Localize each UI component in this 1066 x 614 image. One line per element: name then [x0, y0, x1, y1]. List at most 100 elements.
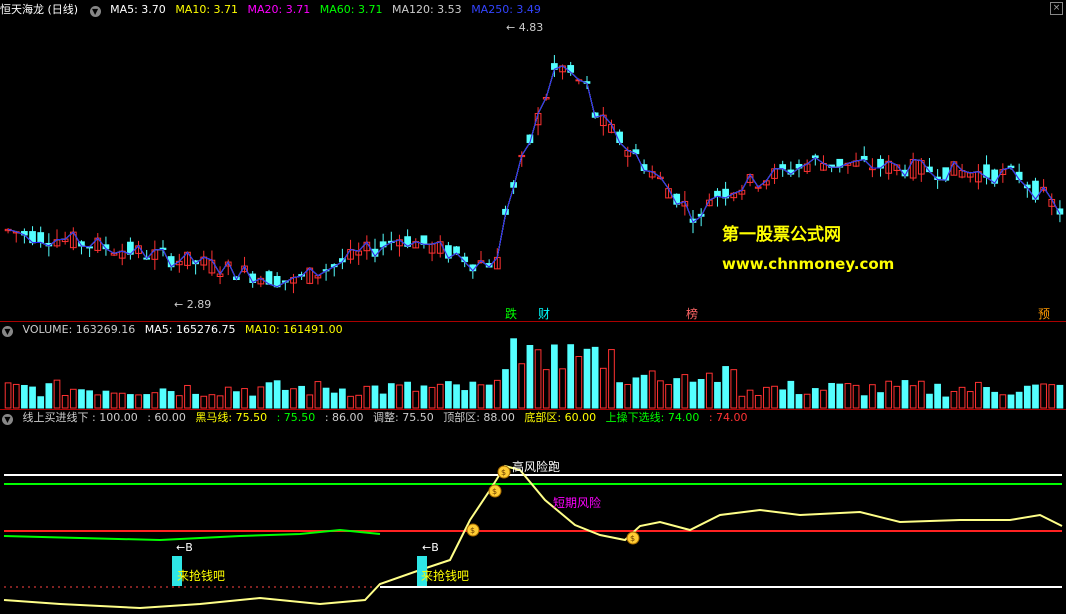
volume-bar [583, 348, 591, 409]
volume-bar [118, 392, 126, 409]
event-marker[interactable]: 预 [1038, 305, 1050, 322]
volume-bar [298, 385, 305, 409]
volume-bar [249, 395, 257, 409]
volume-bar [1032, 384, 1039, 409]
volume-bar [526, 344, 534, 409]
volume-bar [1007, 394, 1015, 409]
volume-bar [722, 366, 729, 409]
volume-bar [542, 369, 550, 409]
volume-bar [167, 391, 175, 409]
event-marker[interactable]: 财 [538, 305, 550, 322]
volume-bar [363, 385, 371, 409]
volume-bar [29, 386, 36, 409]
volume-bar [869, 384, 876, 409]
indicator-item: : 74.00 [708, 411, 748, 424]
candle-body [445, 245, 452, 259]
volume-bar [453, 384, 460, 409]
risk-high-label: 高风险跑 [512, 460, 561, 474]
watermark-url: www.chnmoney.com [722, 255, 895, 273]
volume-bar [1023, 385, 1031, 409]
volume-bar [306, 394, 314, 409]
b-label: ←B [176, 541, 193, 554]
volume-bar [330, 392, 338, 409]
volume-bar [575, 356, 583, 409]
volume-bar [102, 390, 110, 409]
volume-bar [143, 394, 151, 409]
indicator-header: ▼ 线上买进线下 : 100.00 : 60.00 黑马线: 75.50 : 7… [0, 410, 754, 426]
volume-bar [265, 382, 273, 409]
indicator-item: : 75.50 [276, 411, 316, 424]
volume-bar [281, 389, 289, 409]
candle-body [779, 164, 787, 170]
volume-bar [339, 388, 346, 409]
candle-body [453, 246, 460, 254]
volume-bar [110, 392, 118, 409]
volume-bar [534, 349, 542, 409]
volume-bar [958, 386, 966, 409]
volume-bar [45, 383, 53, 409]
low-price-label: ← 2.89 [174, 298, 212, 311]
volume-bar [412, 390, 420, 409]
volume-bar [926, 393, 933, 409]
volume-bar [224, 386, 232, 409]
volume-bar [795, 394, 803, 409]
volume-bar [697, 379, 705, 409]
volume-bar [347, 395, 354, 409]
volume-bar [493, 379, 501, 409]
volume-bar [1015, 391, 1023, 409]
volume-bar [61, 394, 69, 409]
chevron-down-icon[interactable]: ▼ [2, 414, 13, 425]
volume-bar [485, 384, 493, 409]
volume-bar [771, 385, 778, 409]
event-marker[interactable]: 跌 [505, 305, 517, 322]
indicator-item: : 86.00 [324, 411, 364, 424]
volume-bar [665, 384, 672, 409]
indicator-item: 上操下选线: 74.00 [605, 411, 700, 424]
volume-bar [917, 380, 925, 409]
volume-bar [322, 387, 330, 409]
volume-bar [608, 349, 615, 409]
buy-signal-label: 来抢钱吧 [177, 569, 226, 583]
volume-ma5: MA5: 165276.75 [144, 323, 236, 336]
volume-bar [730, 369, 738, 409]
risk-short-label: 短期风险 [553, 496, 602, 510]
volume-bar [510, 338, 517, 409]
candle-body [673, 193, 681, 205]
volume-bar [942, 396, 950, 409]
volume-bar [844, 383, 852, 409]
volume-bar [648, 370, 656, 409]
event-marker[interactable]: 榜 [686, 305, 698, 322]
chart-canvas[interactable]: $ $ $ $ [0, 0, 1066, 614]
volume-bar [69, 388, 77, 409]
volume-bar [885, 380, 893, 409]
volume-bar [1040, 383, 1047, 409]
volume-bar [714, 381, 721, 409]
chevron-down-icon[interactable]: ▼ [2, 326, 13, 337]
volume-bar [355, 394, 363, 409]
volume-value: VOLUME: 163269.16 [22, 323, 136, 336]
high-price-label: ← 4.83 [506, 21, 544, 34]
volume-bar [754, 394, 762, 409]
volume-bar [909, 385, 917, 409]
volume-bar [78, 389, 85, 409]
volume-bar [379, 393, 387, 409]
volume-bar [175, 395, 183, 409]
volume-bar [860, 395, 868, 409]
volume-bar [975, 381, 982, 409]
volume-header: ▼ VOLUME: 163269.16 MA5: 165276.75 MA10:… [0, 322, 349, 338]
volume-bar [673, 378, 681, 409]
volume-bar [208, 394, 216, 409]
volume-bar [1048, 384, 1056, 409]
volume-bar [599, 367, 607, 409]
volume-bar [387, 383, 395, 409]
volume-bar [21, 384, 28, 409]
volume-bar [820, 389, 827, 409]
volume-bar [184, 384, 191, 409]
volume-bar [428, 386, 436, 409]
buy-signal-label: 来抢钱吧 [421, 569, 470, 583]
volume-bar [135, 394, 142, 409]
volume-bar [461, 390, 469, 409]
volume-bar [37, 396, 45, 409]
volume-bar [159, 388, 167, 409]
volume-bar [893, 385, 901, 409]
